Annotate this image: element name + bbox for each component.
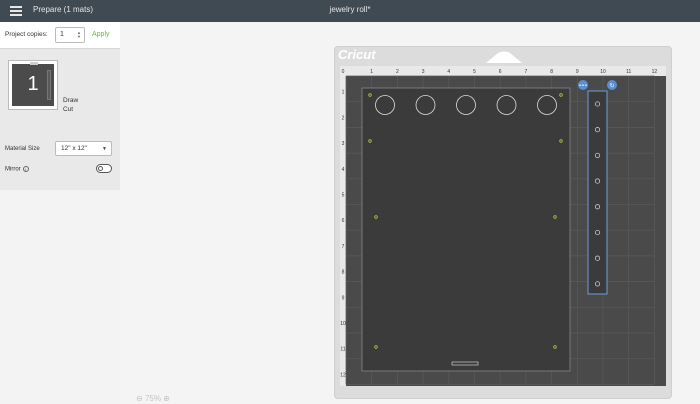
project-copies-input[interactable]: 1 ▲ ▼ bbox=[55, 27, 85, 43]
ruler-left-label: 1 bbox=[342, 90, 345, 96]
ruler-left-label: 8 bbox=[342, 270, 345, 276]
material-size-label: Material Size bbox=[5, 146, 40, 152]
ruler-top-label: 2 bbox=[396, 69, 399, 75]
jewelry-roll-body bbox=[361, 87, 571, 372]
ruler-left-strip bbox=[340, 66, 346, 386]
project-copies-value: 1 bbox=[60, 31, 64, 38]
mirror-toggle[interactable] bbox=[96, 164, 112, 173]
rotate-glyph: ↻ bbox=[609, 83, 614, 90]
ruler-left-label: 4 bbox=[342, 167, 345, 173]
ruler-top-label: 5 bbox=[473, 69, 476, 75]
ruler-left-label: 3 bbox=[342, 141, 345, 147]
ruler-top-label: 11 bbox=[626, 69, 631, 75]
strip-preview bbox=[47, 70, 51, 100]
mat-preview: 1 bbox=[12, 62, 54, 106]
ruler-left-label: 7 bbox=[342, 244, 345, 250]
document-title: jewelry roll* bbox=[329, 5, 371, 14]
cricut-logo: Cricut bbox=[338, 47, 376, 62]
cut-label: Cut bbox=[63, 106, 74, 113]
ruler-top-label: 10 bbox=[600, 69, 606, 75]
more-options-glyph: ••• bbox=[579, 83, 588, 89]
ruler-top-label: 3 bbox=[422, 69, 425, 75]
ruler-left-label: 6 bbox=[342, 218, 345, 224]
info-icon[interactable]: i bbox=[22, 166, 29, 172]
ruler-left-label: 11 bbox=[340, 347, 345, 353]
material-size-value: 12" x 12" bbox=[61, 145, 87, 152]
ruler-left-label: 12 bbox=[340, 372, 346, 378]
left-panel-lower bbox=[0, 190, 120, 404]
mirror-label: Mirror bbox=[5, 166, 21, 173]
ruler-left-label: 2 bbox=[342, 115, 345, 121]
zoom-value: 75% bbox=[144, 394, 161, 403]
zoom-level[interactable]: ⊖ 75% ⊕ bbox=[136, 394, 170, 403]
draw-label: Draw bbox=[63, 97, 79, 104]
ruler-top-label: 7 bbox=[525, 69, 528, 75]
material-size-select[interactable]: 12" x 12" ▼ bbox=[55, 141, 112, 156]
toggle-knob bbox=[98, 166, 103, 171]
mirror-label-wrap: Mirror i bbox=[5, 166, 29, 173]
ruler-top-label: 1 bbox=[370, 69, 373, 75]
mat-hanger-icon bbox=[486, 51, 522, 63]
ruler-top-label: 4 bbox=[447, 69, 450, 75]
ruler-left-label: 9 bbox=[342, 295, 345, 301]
chevron-down-icon: ▼ bbox=[102, 146, 107, 152]
ruler-top-label: 8 bbox=[550, 69, 553, 75]
ruler-top-label: 6 bbox=[499, 69, 502, 75]
project-copies-label: Project copies: bbox=[5, 31, 48, 38]
cutting-mat[interactable]: 0 1 2 3 4 5 6 7 8 9 10 11 12 123456789101112 ••• ↻ bbox=[340, 66, 666, 386]
mat-thumbnail[interactable]: 1 bbox=[8, 60, 58, 110]
ruler-top-strip bbox=[340, 66, 666, 76]
left-panel: Project copies: 1 ▲ ▼ Apply 1 Draw Cut Ma… bbox=[0, 22, 120, 404]
ruler-top-label: 0 bbox=[342, 69, 345, 75]
top-bar: Prepare (1 mats) jewelry roll* bbox=[0, 0, 700, 22]
ruler-top-label: 12 bbox=[652, 69, 658, 75]
project-copies-row: Project copies: 1 ▲ ▼ Apply bbox=[0, 22, 120, 49]
ruler-top-label: 9 bbox=[576, 69, 579, 75]
strap-piece bbox=[587, 90, 608, 295]
stepper-icon[interactable]: ▲ ▼ bbox=[77, 31, 82, 39]
ruler-left-label: 10 bbox=[340, 321, 346, 327]
apply-button[interactable]: Apply bbox=[92, 31, 110, 38]
mat-tab-icon bbox=[30, 62, 38, 65]
ruler-left-label: 5 bbox=[342, 193, 345, 199]
